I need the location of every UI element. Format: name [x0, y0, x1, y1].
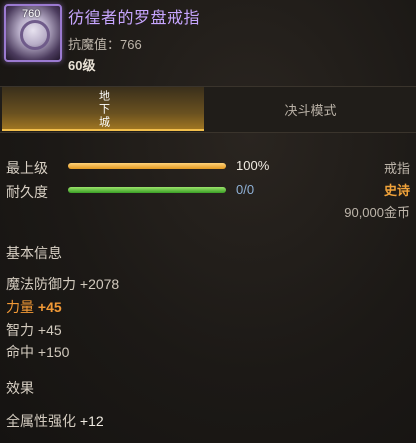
item-price: 90,000金币 [344, 205, 410, 220]
compass-ring-icon: 760 [4, 4, 62, 62]
mode-tabs: 地下城 决斗模式 [0, 86, 416, 133]
attr-value: +45 [37, 299, 62, 315]
top-level-bar [68, 163, 226, 169]
top-level-value: 100% [236, 158, 270, 173]
attr-label: 魔法防御力 [6, 276, 76, 292]
tab-pvp-label: 决斗模式 [284, 102, 337, 118]
attr-label: 力量 [6, 299, 34, 315]
attr-value: +150 [37, 344, 70, 360]
durability-value: 0/0 [236, 182, 255, 197]
attr-intelligence: 智力 +45 [6, 320, 62, 340]
attr-value: +45 [37, 322, 62, 338]
tab-active-indicator [2, 129, 204, 131]
tab-dungeon[interactable]: 地下城 [2, 87, 204, 131]
magic-resist-value: 抗魔值：766 [68, 37, 142, 52]
attr-strength: 力量 +45 [6, 297, 62, 317]
attr-value: +12 [79, 413, 104, 429]
attr-magic-defense: 魔法防御力 +2078 [6, 274, 119, 294]
item-tooltip-panel: 760 彷徨者的罗盘戒指 抗魔值：766 60级 地下城 决斗模式 最上级 10… [0, 0, 416, 443]
attr-label: 命中 [6, 344, 34, 360]
item-level: 60级 [68, 58, 96, 73]
top-level-bar-fill [68, 163, 226, 169]
item-title: 彷徨者的罗盘戒指 [68, 10, 201, 27]
tab-dungeon-label: 地下城 [97, 89, 110, 129]
tab-pvp[interactable]: 决斗模式 [205, 87, 416, 131]
top-level-label: 最上级 [6, 160, 48, 176]
attr-hit: 命中 +150 [6, 342, 69, 362]
item-rarity: 史诗 [383, 183, 410, 198]
compass-ring-shape [20, 20, 50, 50]
attr-value: +2078 [79, 276, 120, 292]
durability-bar [68, 187, 226, 193]
attr-label: 全属性强化 [6, 413, 76, 429]
basic-info-heading: 基本信息 [6, 245, 62, 261]
attr-label: 智力 [6, 322, 34, 338]
item-slot: 戒指 [383, 161, 410, 176]
durability-bar-fill [68, 187, 226, 193]
attr-all-stat-boost: 全属性强化 +12 [6, 411, 104, 431]
durability-label: 耐久度 [6, 184, 48, 200]
icon-badge: 760 [22, 8, 41, 20]
effects-heading: 效果 [6, 380, 34, 396]
